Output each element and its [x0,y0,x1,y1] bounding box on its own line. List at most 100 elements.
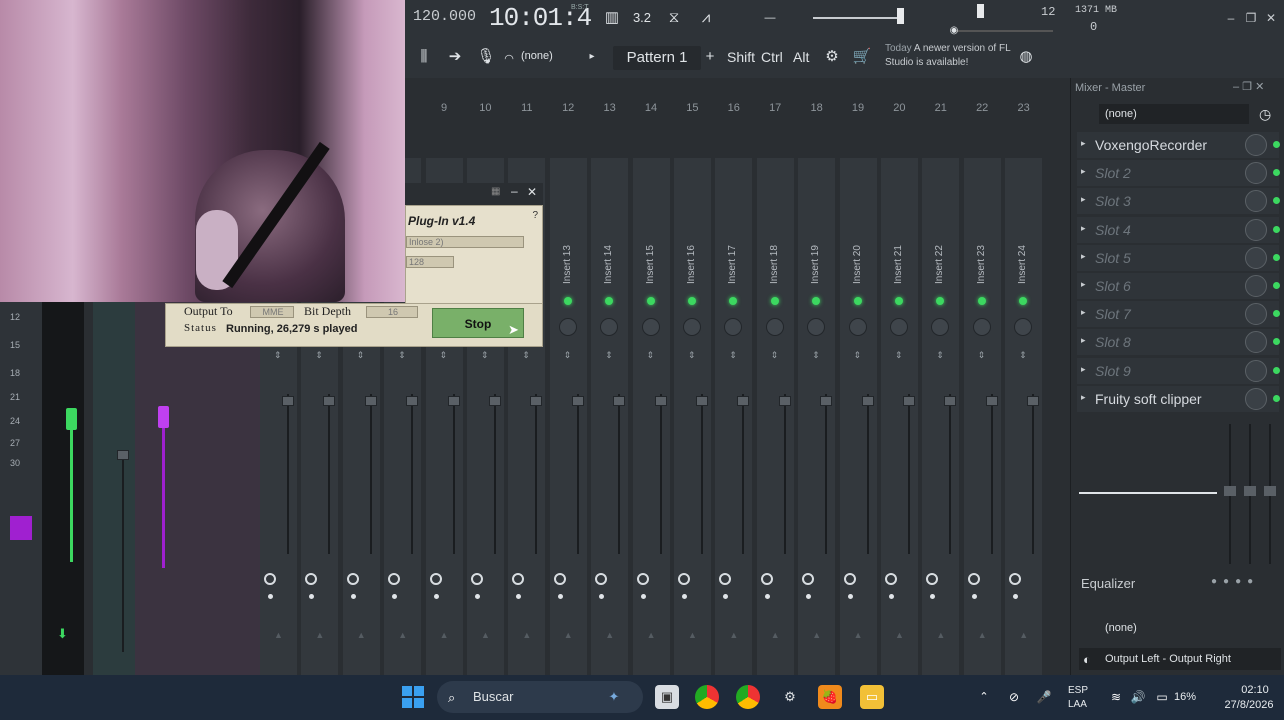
fader-track[interactable] [783,394,786,554]
record-arm-dot[interactable] [640,594,646,599]
slot-mix-knob[interactable] [1245,275,1267,297]
record-arm-dot[interactable] [557,594,563,599]
plugin-close-icon[interactable]: ✕ [527,185,537,199]
cart-icon[interactable]: 🛒 [849,46,875,68]
slot-expand-icon[interactable]: ▸ [1081,335,1086,346]
record-arm-dot[interactable] [682,594,687,599]
chrome-profile-icon[interactable] [736,685,760,709]
alt-key[interactable]: Alt [793,49,809,65]
eye-icon[interactable]: ◉ [947,20,961,42]
stereo-swap-icon[interactable]: ⇕ [688,350,696,361]
ctrl-key[interactable]: Ctrl [761,49,783,65]
fx-slot[interactable]: ▸ Slot 8 [1077,329,1280,356]
stereo-swap-icon[interactable]: ⇕ [854,350,862,361]
mixer-icon[interactable]: ⫼ [411,46,437,68]
insert-strip[interactable] [798,158,836,675]
start-icon[interactable] [402,686,424,708]
route-ring-icon[interactable] [885,573,897,585]
slot-mix-knob[interactable] [1245,359,1267,382]
fx-slot[interactable]: ▸ Slot 2 [1077,160,1280,187]
insert-strip[interactable] [839,158,877,675]
fader-cap[interactable] [737,396,750,406]
news-panel[interactable]: Today A newer version of FL Studio is av… [885,42,1015,70]
chrome-icon[interactable] [695,685,719,709]
waveform-icon[interactable]: ⧖ [661,7,687,29]
route-ring-icon[interactable] [636,573,649,585]
route-ring-icon[interactable] [346,573,359,585]
fader-cap[interactable] [903,396,915,406]
slot-mix-knob[interactable] [1245,134,1267,156]
wifi-icon[interactable]: ≋ [1104,685,1128,709]
plugin-field-2[interactable]: 128 [406,256,454,268]
fader-track[interactable] [659,394,662,554]
route-ring-icon[interactable] [967,573,980,585]
add-pattern-icon[interactable]: + [701,46,719,68]
insert-strip[interactable] [1005,158,1043,675]
slot-enable-led[interactable] [1273,253,1280,261]
master-pitch-track[interactable] [953,30,1053,32]
purple-fader[interactable] [158,406,169,428]
eq-knobs[interactable]: ●●●● [1211,576,1259,587]
record-arm-dot[interactable] [764,594,770,599]
fader-track[interactable] [576,394,579,554]
insert-active-led[interactable] [977,297,986,305]
insert-strip[interactable] [715,158,753,675]
route-ring-icon[interactable] [471,573,483,585]
master-fader[interactable] [66,408,77,430]
plugin-help[interactable]: ? [532,210,538,221]
stereo-swap-icon[interactable]: ⇕ [729,350,737,361]
fader-cap[interactable] [571,396,584,406]
stereo-swap-icon[interactable]: ⇕ [812,350,820,361]
fader-track[interactable] [908,394,910,554]
keyboard-layout[interactable]: LAA [1068,699,1087,710]
fx-slot[interactable]: ▸ Slot 7 [1077,301,1280,328]
pattern-selector[interactable]: (none) [521,50,553,62]
master-volume-knob[interactable] [897,8,904,24]
slot-mix-knob[interactable] [1245,246,1267,269]
fader-cap[interactable] [654,396,667,406]
fader-track[interactable] [494,394,496,554]
send-arrow-icon[interactable]: ▲ [688,630,697,640]
master-volume-track[interactable] [813,17,903,19]
tempo-display[interactable]: 120.000 [413,8,476,25]
send-arrow-icon[interactable]: ▲ [1019,630,1028,640]
fader-cap[interactable] [820,396,833,406]
slot-enable-led[interactable] [1273,310,1280,318]
slot-expand-icon[interactable]: ▸ [1081,279,1086,290]
fader-cap[interactable] [489,396,501,406]
route-down-icon[interactable]: ⬇ [57,626,68,642]
fader-track[interactable] [701,394,703,554]
insert-active-led[interactable] [563,297,572,305]
fl-studio-icon[interactable]: 🍓 [818,685,842,709]
send-arrow-icon[interactable]: ▲ [274,630,283,640]
pattern-prev-arrow[interactable]: ▸ [585,46,599,68]
fader-cap[interactable] [944,396,957,406]
insert-active-led[interactable] [770,297,779,305]
slot-enable-led[interactable] [1273,169,1280,177]
fader-track[interactable] [328,394,331,554]
fader-track[interactable] [618,394,621,554]
task-view-icon[interactable]: ▣ [655,685,679,709]
stereo-swap-icon[interactable]: ⇕ [605,350,613,361]
slot-mix-knob[interactable] [1245,303,1267,326]
stereo-swap-icon[interactable]: ⇕ [895,350,903,361]
file-explorer-icon[interactable]: ▭ [860,685,884,709]
fader-track[interactable] [742,394,745,554]
fx-slot[interactable]: ▸ Fruity soft clipper [1077,385,1280,412]
stereo-swap-icon[interactable]: ⇕ [398,350,406,361]
fader-cap[interactable] [778,396,791,406]
stereo-swap-icon[interactable]: ⇕ [564,350,572,361]
slot-expand-icon[interactable]: ▸ [1081,307,1086,318]
stereo-swap-icon[interactable]: ⇕ [936,350,944,361]
stereo-swap-icon[interactable]: ⇕ [274,350,282,361]
stereo-swap-icon[interactable]: ⇕ [315,350,323,361]
slot-expand-icon[interactable]: ▸ [1081,166,1086,177]
slot-enable-led[interactable] [1273,366,1280,374]
fader-track[interactable] [990,394,993,554]
send-arrow-icon[interactable]: ▲ [357,630,366,640]
pan-knob[interactable] [683,318,701,336]
fx-slot[interactable]: ▸ VoxengoRecorder [1077,132,1280,158]
insert-strip[interactable] [549,158,587,675]
speaker-icon[interactable]: 🔊 [1126,685,1150,709]
insert-strip[interactable] [674,158,711,675]
